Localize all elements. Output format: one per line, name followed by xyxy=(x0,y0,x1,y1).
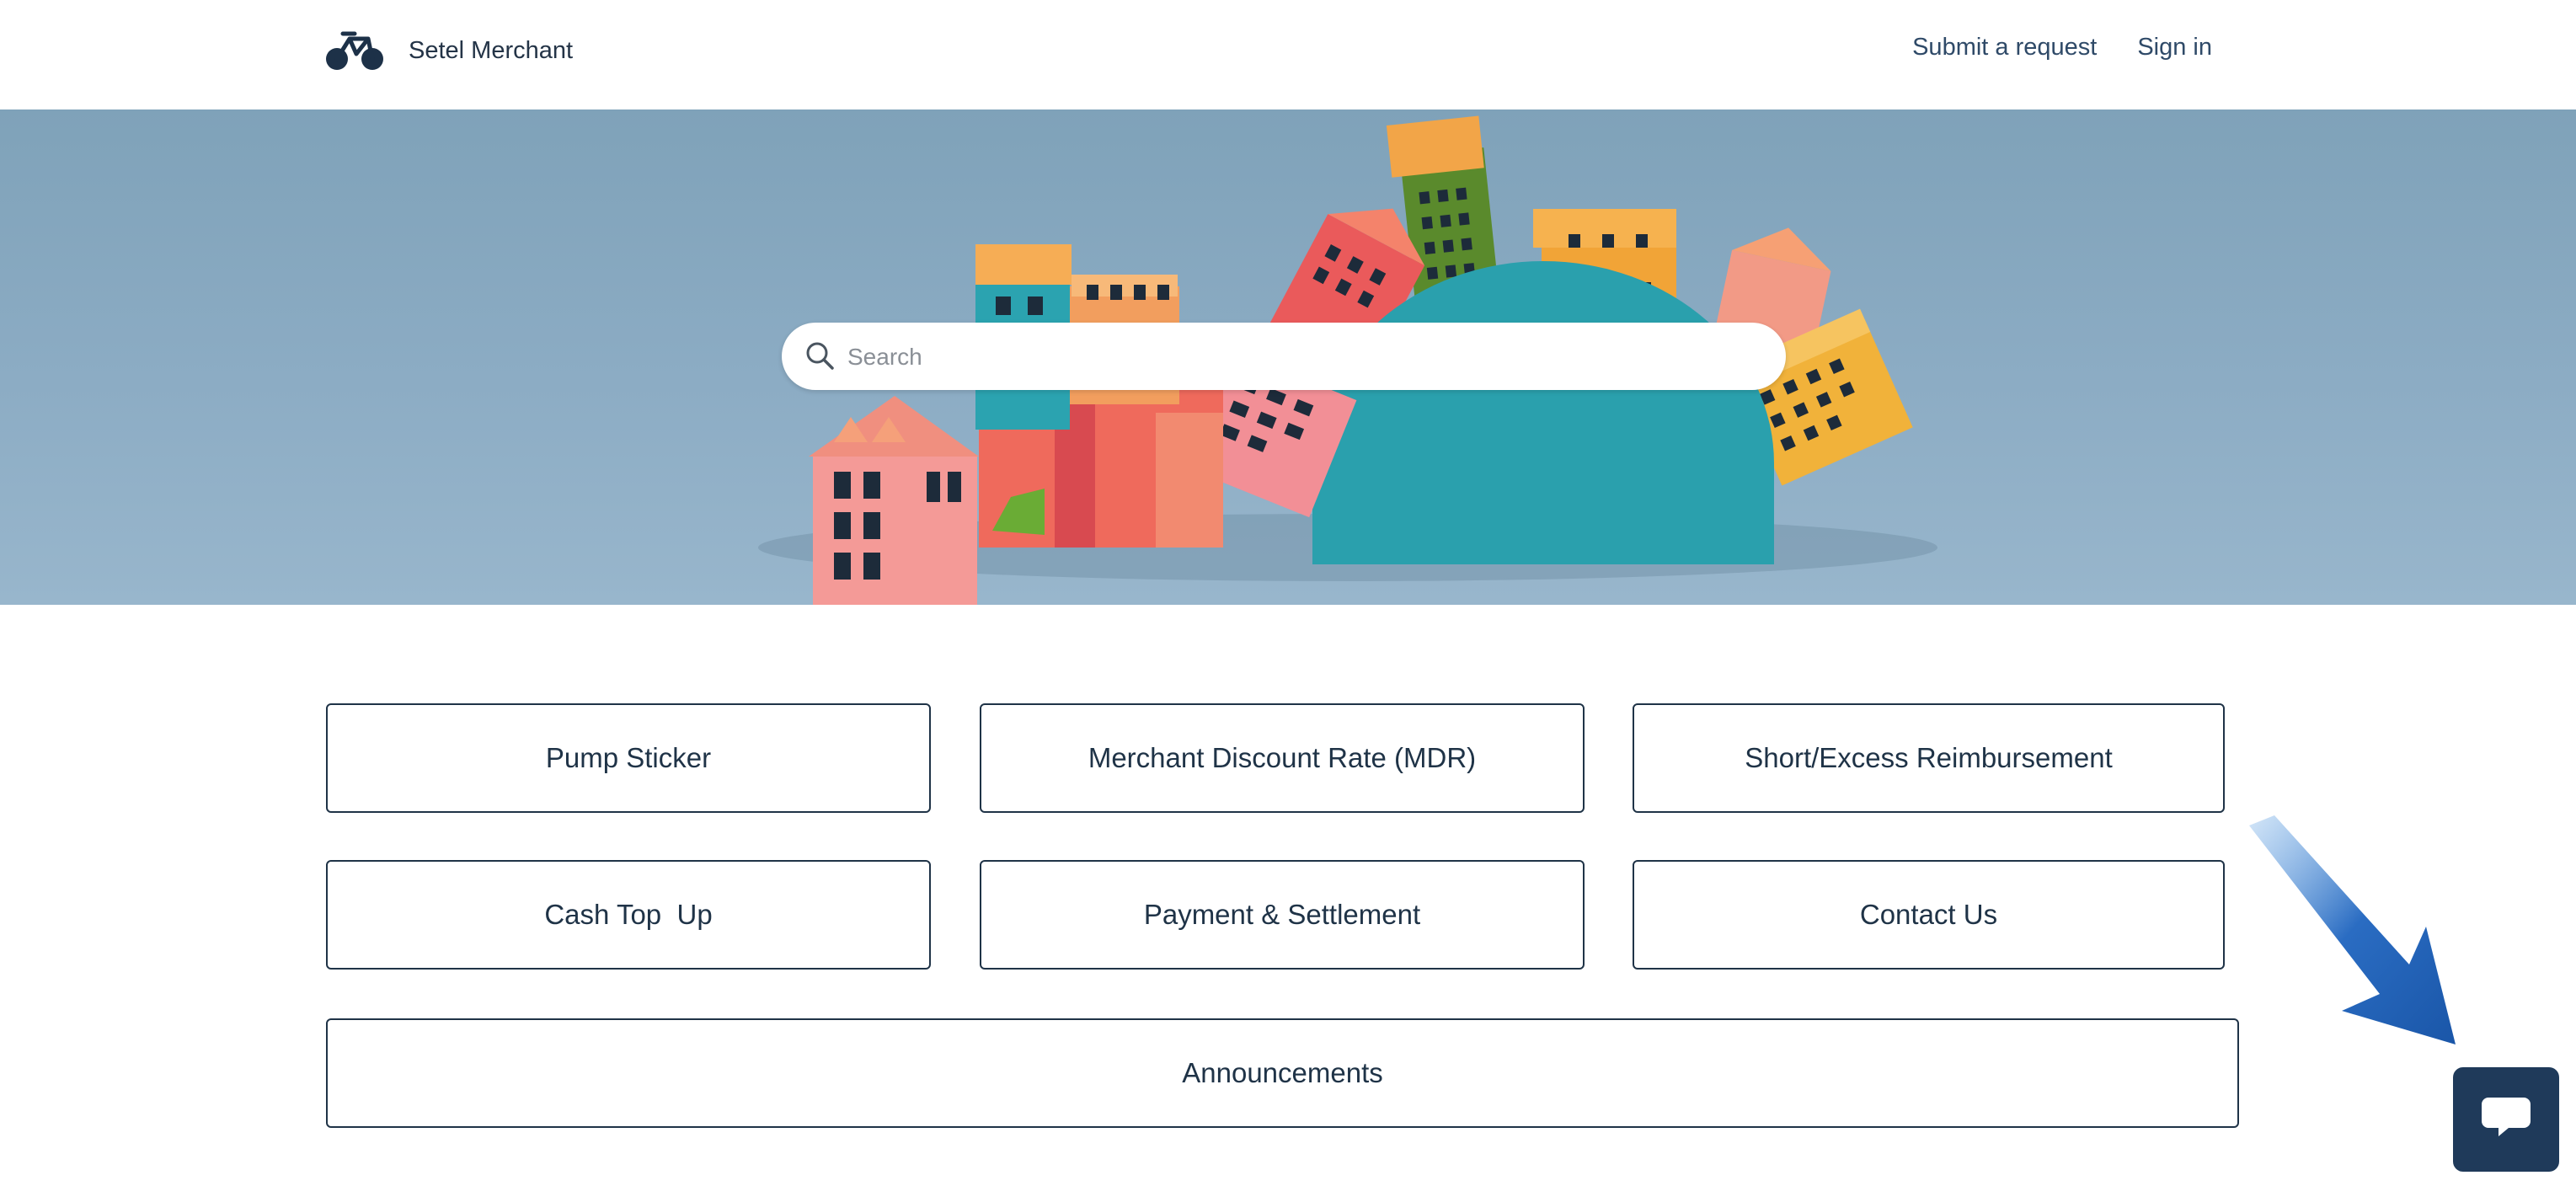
category-merchant-discount-rate[interactable]: Merchant Discount Rate (MDR) xyxy=(980,703,1585,813)
bicycle-icon xyxy=(324,29,387,72)
header: Setel Merchant Submit a request Sign in xyxy=(0,0,2576,110)
chat-widget-button[interactable] xyxy=(2453,1067,2559,1172)
brand-name: Setel Merchant xyxy=(409,36,574,64)
chat-bubble-icon xyxy=(2480,1096,2532,1144)
search-bar[interactable] xyxy=(782,323,1786,392)
category-cash-top-up[interactable]: Cash Top Up xyxy=(326,860,931,970)
pointer-arrow-icon xyxy=(2249,815,2456,1044)
sign-in-link[interactable]: Sign in xyxy=(2137,34,2212,61)
search-input[interactable] xyxy=(846,323,1759,392)
category-payment-settlement[interactable]: Payment & Settlement xyxy=(980,860,1585,970)
category-pump-sticker[interactable]: Pump Sticker xyxy=(326,703,931,813)
search-icon xyxy=(804,339,837,377)
submit-request-link[interactable]: Submit a request xyxy=(1912,34,2097,61)
category-announcements[interactable]: Announcements xyxy=(326,1018,2239,1128)
category-short-excess-reimbursement[interactable]: Short/Excess Reimbursement xyxy=(1633,703,2225,813)
hero-banner xyxy=(0,110,2576,605)
top-nav: Submit a request Sign in xyxy=(1912,34,2212,61)
brand-logo-link[interactable]: Setel Merchant xyxy=(324,29,573,72)
category-contact-us[interactable]: Contact Us xyxy=(1633,860,2225,970)
